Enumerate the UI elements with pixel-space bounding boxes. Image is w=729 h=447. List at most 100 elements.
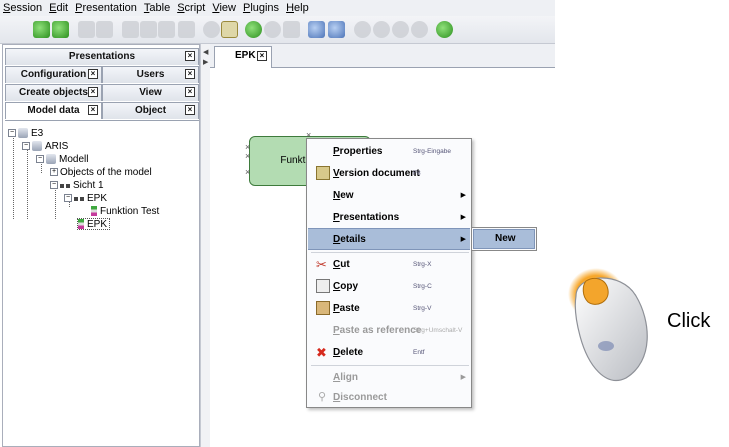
- menu-item-delete[interactable]: ✖ Delete Entf: [308, 341, 470, 363]
- tree-node-epk-selected[interactable]: EPK: [77, 218, 111, 230]
- close-icon[interactable]: ×: [257, 51, 267, 61]
- import-icon[interactable]: [33, 21, 50, 38]
- tab-object[interactable]: Object ×: [102, 102, 199, 119]
- tab-epk[interactable]: EPK ×: [214, 46, 272, 68]
- version-document-icon[interactable]: [221, 21, 238, 38]
- menu-presentation[interactable]: Presentation: [75, 2, 137, 14]
- zoom-fit-icon[interactable]: [392, 21, 409, 38]
- menu-edit[interactable]: Edit: [49, 2, 68, 14]
- zoom-reset-icon[interactable]: [411, 21, 428, 38]
- close-icon[interactable]: ×: [185, 105, 195, 115]
- menu-item-properties[interactable]: Properties Strg-Eingabe: [308, 140, 470, 162]
- tab-label: Configuration: [20, 69, 87, 80]
- tree-node-label: ARIS: [45, 140, 69, 152]
- zoom-out-icon[interactable]: [373, 21, 390, 38]
- delete-x-icon: ✖: [316, 345, 327, 360]
- tree-node-e3[interactable]: − E3: [8, 127, 43, 139]
- expand-toggle[interactable]: −: [22, 142, 30, 150]
- menu-item-label: Delete: [333, 346, 364, 358]
- menu-item-paste[interactable]: Paste Strg-V: [308, 297, 470, 319]
- tab-users[interactable]: Users ×: [102, 66, 199, 83]
- reload-icon[interactable]: [436, 21, 453, 38]
- tab-model-data[interactable]: Model data ×: [5, 102, 102, 119]
- expand-toggle[interactable]: +: [50, 168, 58, 176]
- expand-toggle[interactable]: −: [50, 181, 58, 189]
- menu-view[interactable]: View: [212, 2, 236, 14]
- menu-item-version-document[interactable]: Version document F8: [308, 162, 470, 184]
- close-icon[interactable]: ×: [88, 87, 98, 97]
- menu-item-disconnect[interactable]: ⚲ Disconnect: [308, 386, 470, 408]
- menu-table[interactable]: Table: [144, 2, 170, 14]
- menu-item-label: Paste as reference: [333, 324, 422, 336]
- export-icon[interactable]: [52, 21, 69, 38]
- menu-item-presentations[interactable]: Presentations ▶: [308, 206, 470, 228]
- user-icon[interactable]: [308, 21, 325, 38]
- list-icon[interactable]: [283, 21, 300, 38]
- expand-toggle[interactable]: −: [64, 194, 72, 202]
- tree-node-sicht-1[interactable]: − Sicht 1: [50, 179, 104, 191]
- tree-node-objects-of-model[interactable]: + Objects of the model: [50, 166, 152, 178]
- tab-view[interactable]: View ×: [102, 84, 199, 101]
- menu-item-shortcut: Strg-V: [413, 304, 432, 312]
- view-glasses-icon: [60, 184, 70, 188]
- paste-icon[interactable]: [158, 21, 175, 38]
- menu-item-paste-as-reference[interactable]: Paste as reference Strg+Umschalt-V: [308, 319, 470, 341]
- tree-node-label: EPK: [87, 192, 108, 204]
- tab-configuration[interactable]: Configuration ×: [5, 66, 102, 83]
- tab-label: Presentations: [68, 51, 136, 62]
- expand-right-icon[interactable]: ▶: [203, 58, 208, 66]
- menu-item-copy[interactable]: Copy Strg-C: [308, 275, 470, 297]
- tree-node-label: Sicht 1: [73, 179, 104, 191]
- menu-item-label: Align: [333, 371, 359, 383]
- delete-icon[interactable]: [178, 21, 195, 38]
- print-icon[interactable]: [328, 21, 345, 38]
- tree-node-modell[interactable]: − Modell: [36, 153, 88, 165]
- tab-create-objects[interactable]: Create objects ×: [5, 84, 102, 101]
- menu-item-new[interactable]: New ▶: [308, 184, 470, 206]
- menu-item-label: Details: [333, 233, 366, 245]
- menu-item-details[interactable]: Details ▶: [308, 228, 470, 250]
- close-icon[interactable]: ×: [185, 87, 195, 97]
- tab-label: Create objects: [19, 87, 88, 98]
- panel-splitter[interactable]: ◀ ▶: [200, 44, 210, 447]
- tree-node-label: EPK: [87, 218, 108, 230]
- database-icon: [18, 128, 28, 138]
- close-icon[interactable]: ×: [88, 69, 98, 79]
- menu-script[interactable]: Script: [177, 2, 205, 14]
- zoom-in-icon[interactable]: [354, 21, 371, 38]
- close-icon[interactable]: ×: [185, 69, 195, 79]
- menu-item-align[interactable]: Align ▶: [308, 366, 470, 388]
- tree-node-epk[interactable]: − EPK: [64, 192, 107, 204]
- refresh-disabled-icon[interactable]: [203, 21, 220, 38]
- submenu-item-new[interactable]: New: [473, 229, 535, 249]
- close-icon[interactable]: ×: [88, 105, 98, 115]
- menu-item-label: Presentations: [333, 211, 400, 223]
- collapse-left-icon[interactable]: ◀: [203, 48, 208, 56]
- function-icon: [91, 206, 97, 216]
- editor-tab-bar: EPK ×: [210, 44, 555, 68]
- menu-item-shortcut: Strg+Umschalt-V: [413, 326, 463, 334]
- resize-handle[interactable]: ×: [245, 151, 250, 161]
- tab-presentations[interactable]: Presentations ×: [5, 48, 199, 65]
- menu-item-shortcut: Strg-Eingabe: [413, 147, 451, 155]
- scissors-icon: ✂: [316, 257, 327, 272]
- menu-session[interactable]: Session: [3, 2, 42, 14]
- open-document-icon[interactable]: [96, 21, 113, 38]
- undo-icon[interactable]: [245, 21, 262, 38]
- redo-icon[interactable]: [264, 21, 281, 38]
- tree-node-aris[interactable]: − ARIS: [22, 140, 68, 152]
- tree-node-funktion-test[interactable]: Funktion Test: [91, 205, 159, 217]
- expand-toggle[interactable]: −: [36, 155, 44, 163]
- copy-icon[interactable]: [140, 21, 157, 38]
- tab-label: View: [139, 87, 162, 98]
- model-icon: [46, 154, 56, 164]
- resize-handle[interactable]: ×: [245, 167, 250, 177]
- expand-toggle[interactable]: −: [8, 129, 16, 137]
- menu-item-cut[interactable]: ✂ Cut Strg-X: [308, 253, 470, 275]
- new-document-icon[interactable]: [78, 21, 95, 38]
- menu-help[interactable]: Help: [286, 2, 309, 14]
- menu-plugins[interactable]: Plugins: [243, 2, 279, 14]
- model-tree: − E3 − ARIS − Modell + Objects of the mo…: [5, 120, 199, 440]
- close-icon[interactable]: ×: [185, 51, 195, 61]
- cut-icon[interactable]: [122, 21, 139, 38]
